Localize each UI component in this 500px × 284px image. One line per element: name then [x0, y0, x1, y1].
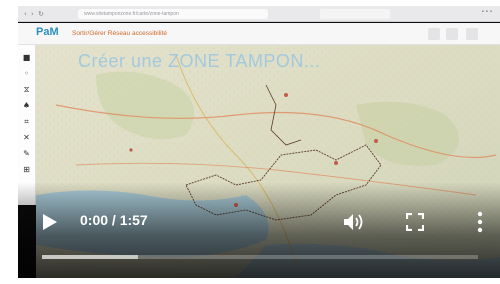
video-embed-frame: ‹ › ↻ www.sitetamponzone.fr/carte/zone-t…	[0, 0, 500, 284]
fullscreen-icon[interactable]	[406, 213, 424, 231]
more-options-icon[interactable]	[476, 211, 484, 233]
edit-icon: ✎	[23, 149, 30, 158]
recorded-browser-chrome: ‹ › ↻ www.sitetamponzone.fr/carte/zone-t…	[18, 6, 500, 22]
filter-icon: ⧖	[23, 85, 30, 94]
recorded-app-header: PaM Sortir/Gérer Réseau accessibilité	[18, 23, 500, 45]
header-settings-icon	[466, 28, 478, 40]
header-menu-icon	[446, 28, 458, 40]
progress-bar[interactable]	[42, 255, 478, 259]
time-display: 0:00 / 1:57	[80, 212, 148, 228]
recorded-map-toolbar: ■ ◦ ⧖ ♠ ⌗ ✕ ✎ ⊞	[18, 45, 36, 205]
browser-window-controls: ▪▪▪	[481, 9, 494, 15]
town-marker	[334, 161, 338, 165]
buffered-bar	[42, 255, 138, 259]
app-logo: PaM	[36, 26, 59, 38]
browser-nav-icons: ‹ › ↻	[24, 10, 45, 18]
draw-icon: ✕	[23, 133, 30, 142]
controls-gradient	[18, 182, 500, 278]
browser-url-bar: www.sitetamponzone.fr/carte/zone-tampon	[78, 9, 268, 19]
export-icon: ⊞	[23, 165, 30, 174]
video-player[interactable]: ‹ › ↻ www.sitetamponzone.fr/carte/zone-t…	[18, 6, 500, 278]
layers-icon: ■	[22, 53, 31, 62]
measure-icon: ⌗	[24, 117, 29, 126]
volume-icon[interactable]	[343, 212, 365, 232]
video-title-overlay: Créer une ZONE TAMPON...	[78, 51, 321, 71]
pin-icon: ♠	[22, 101, 31, 110]
town-marker	[129, 148, 133, 152]
header-search-icon	[428, 28, 440, 40]
town-marker	[374, 139, 378, 143]
app-header-title: Sortir/Gérer Réseau accessibilité	[72, 30, 168, 37]
play-icon[interactable]	[42, 213, 58, 231]
marker-icon: ◦	[24, 69, 29, 78]
browser-tab	[320, 9, 390, 19]
town-marker	[284, 93, 288, 97]
